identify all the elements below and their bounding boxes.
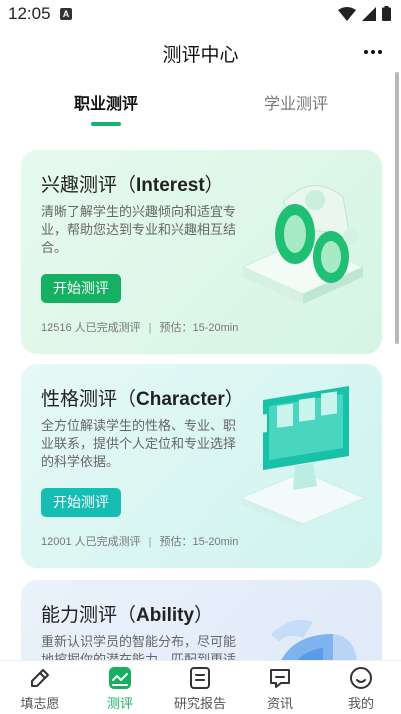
stats-separator: | [148,536,152,548]
header: 测评中心 [0,32,401,72]
tab-bar: 职业测评 学业测评 [0,84,401,134]
card-description: 全方位解读学生的性格、专业、职业联系，提供个人定位和专业选择的科学依据。 [41,418,237,469]
nav-label: 我的 [347,696,374,711]
tab-active-indicator [91,122,121,126]
message-icon [270,669,290,688]
card-title: 兴趣测评（Interest） [41,175,224,196]
completed-count: 12001 人已完成测评 [41,536,141,548]
card-stats: 12001 人已完成测评 | 预估：15-20min [41,533,238,549]
stats-separator: | [148,322,152,334]
start-character-assessment-button[interactable]: 开始测评 [41,488,121,517]
page-title: 测评中心 [162,45,239,66]
nav-item-assessment[interactable]: 测评 [80,661,160,714]
dot-icon [378,50,382,54]
dot-icon [364,50,368,54]
nav-item-research-report[interactable]: 研究报告 [160,661,240,714]
headphones-illustration [241,185,365,304]
card-description: 清晰了解学生的兴趣倾向和适宜专业，帮助您达到专业和兴趣相互结合。 [41,204,237,255]
signal-icon [362,6,376,21]
nav-item-fill-application[interactable]: 填志愿 [0,661,80,714]
tab-academic-assessment[interactable]: 学业测评 [264,90,328,114]
start-interest-assessment-button[interactable]: 开始测评 [41,274,121,303]
character-assessment-card[interactable]: 性格测评（Character） 全方位解读学生的性格、专业、职业联系，提供个人定… [21,364,382,568]
notification-icon: A [60,8,72,20]
pen-icon [31,669,49,687]
more-options-button[interactable] [359,38,387,66]
nav-item-profile[interactable]: 我的 [321,661,401,714]
status-bar: 12:05 A [0,0,401,28]
nav-label: 研究报告 [173,696,226,711]
interest-assessment-card[interactable]: 兴趣测评（Interest） 清晰了解学生的兴趣倾向和适宜专业，帮助您达到专业和… [21,150,382,354]
wifi-icon [338,6,356,21]
smile-icon [350,667,372,689]
completed-count: 12516 人已完成测评 [41,322,141,334]
nav-item-news[interactable]: 资讯 [240,661,320,714]
tab-career-assessment[interactable]: 职业测评 [74,90,138,114]
scrollbar[interactable] [395,72,399,344]
estimated-duration: 预估：15-20min [159,322,239,334]
bottom-navigation: 填志愿 测评 研究报告 资讯 我的 [0,660,401,714]
status-icons [338,6,391,21]
monitor-illustration [239,386,367,526]
status-time: 12:05 [8,4,51,23]
card-stats: 12516 人已完成测评 | 预估：15-20min [41,319,238,335]
estimated-duration: 预估：15-20min [159,536,239,548]
chart-icon [109,667,131,689]
card-title: 能力测评（Ability） [41,605,214,626]
nav-label: 测评 [106,696,133,711]
battery-icon [382,6,391,21]
report-icon [190,667,210,689]
dot-icon [371,50,375,54]
card-title: 性格测评（Character） [41,389,244,410]
nav-label: 资讯 [266,696,293,711]
nav-label: 填志愿 [20,696,60,711]
